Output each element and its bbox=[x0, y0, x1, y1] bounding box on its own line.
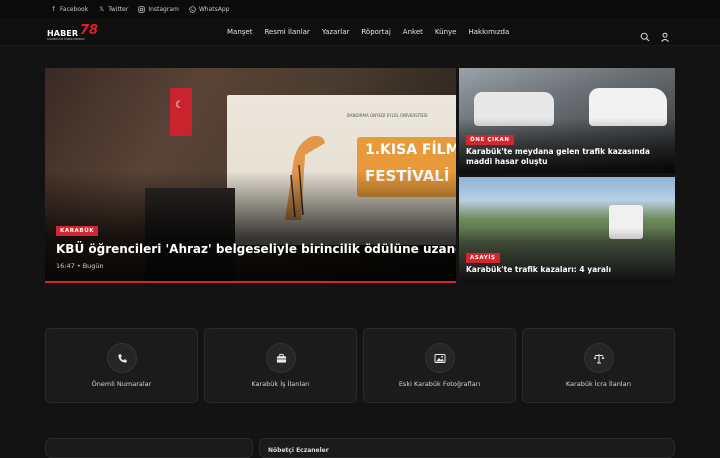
main-menu: Manşet Resmi İlanlar Yazarlar Röportaj A… bbox=[227, 18, 521, 46]
facebook-icon: f bbox=[52, 5, 55, 13]
pharmacy-panel: Nöbetçi Eczaneler bbox=[259, 438, 675, 458]
site-logo[interactable]: HABER 78 KARABÜK'ÜN HABER MERKEZİ bbox=[46, 23, 102, 43]
turkish-flag bbox=[170, 88, 192, 136]
nav-item-kunye[interactable]: Künye bbox=[435, 28, 457, 36]
side-story-1-title[interactable]: Karabük'te meydana gelen trafik kazasınd… bbox=[466, 147, 671, 167]
quick-link-numbers[interactable]: Önemli Numaralar bbox=[45, 328, 198, 403]
nav-item-yazarlar[interactable]: Yazarlar bbox=[322, 28, 350, 36]
logo-tagline: KARABÜK'ÜN HABER MERKEZİ bbox=[47, 38, 85, 41]
instagram-icon bbox=[138, 5, 145, 13]
quick-link-jobs[interactable]: Karabük İş İlanları bbox=[204, 328, 357, 403]
side-story-2-badge[interactable]: ASAYİŞ bbox=[466, 253, 500, 263]
hero-main-story[interactable]: BANDIRMA ONYEDİ EYLÜL ÜNİVERSİTESİ 1.KIS… bbox=[45, 68, 456, 283]
nav-actions bbox=[640, 27, 670, 42]
whatsapp-label: WhatsApp bbox=[198, 5, 230, 13]
quick-link-old-photos[interactable]: Eski Karabük Fotoğrafları bbox=[363, 328, 516, 403]
quick-link-label: Önemli Numaralar bbox=[91, 380, 152, 388]
hero-gradient bbox=[45, 171, 456, 281]
nav-item-resmi-ilanlar[interactable]: Resmi İlanlar bbox=[264, 28, 309, 36]
hero-time: 16:47 bbox=[56, 262, 75, 270]
instagram-link[interactable]: Instagram bbox=[138, 6, 179, 13]
facebook-link[interactable]: f Facebook bbox=[50, 6, 88, 13]
whatsapp-icon bbox=[189, 5, 196, 13]
quick-link-enforcement[interactable]: Karabük İcra İlanları bbox=[522, 328, 675, 403]
side-story-1-badge[interactable]: ÖNE ÇIKAN bbox=[466, 135, 514, 145]
logo-number: 78 bbox=[80, 23, 99, 38]
nav-item-roportaj[interactable]: Röportaj bbox=[361, 28, 390, 36]
logo-word: HABER bbox=[47, 29, 79, 38]
festival-line-1: 1.KISA FİLM bbox=[365, 142, 456, 158]
twitter-x-icon: 𝕏 bbox=[99, 5, 105, 13]
pharmacy-panel-title: Nöbetçi Eczaneler bbox=[268, 447, 329, 454]
quick-link-label: Karabük İş İlanları bbox=[251, 380, 310, 388]
hero-day: Bugün bbox=[82, 262, 104, 270]
instagram-label: Instagram bbox=[148, 5, 179, 13]
hero-meta: 16:47 • Bugün bbox=[56, 262, 104, 270]
nav-item-manset[interactable]: Manşet bbox=[227, 28, 252, 36]
briefcase-icon bbox=[266, 343, 296, 373]
hero-category-badge[interactable]: KARABÜK bbox=[56, 226, 99, 236]
main-navbar: HABER 78 KARABÜK'ÜN HABER MERKEZİ Manşet… bbox=[0, 18, 720, 46]
facebook-label: Facebook bbox=[60, 5, 89, 13]
whatsapp-link[interactable]: WhatsApp bbox=[189, 5, 230, 13]
search-icon[interactable] bbox=[640, 27, 650, 42]
side-story-2-title[interactable]: Karabük'te trafik kazaları: 4 yaralı bbox=[466, 265, 671, 275]
quick-link-label: Eski Karabük Fotoğrafları bbox=[398, 380, 481, 388]
bottom-left-panel bbox=[45, 438, 253, 458]
screen-heading: BANDIRMA ONYEDİ EYLÜL ÜNİVERSİTESİ bbox=[347, 113, 428, 118]
quick-link-label: Karabük İcra İlanları bbox=[565, 380, 632, 388]
top-social-bar: f Facebook 𝕏 Twitter Instagram WhatsApp bbox=[0, 0, 720, 18]
scales-icon bbox=[584, 343, 614, 373]
twitter-link[interactable]: 𝕏 Twitter bbox=[98, 6, 128, 13]
side-story-1[interactable]: ÖNE ÇIKAN Karabük'te meydana gelen trafi… bbox=[459, 68, 675, 173]
phone-icon bbox=[107, 343, 137, 373]
side-story-2[interactable]: ASAYİŞ Karabük'te trafik kazaları: 4 yar… bbox=[459, 177, 675, 283]
user-icon[interactable] bbox=[660, 27, 670, 42]
photo-icon bbox=[425, 343, 455, 373]
nav-item-anket[interactable]: Anket bbox=[403, 28, 423, 36]
nav-item-hakkimizda[interactable]: Hakkımızda bbox=[468, 28, 509, 36]
twitter-label: Twitter bbox=[108, 5, 129, 13]
hero-headline[interactable]: KBÜ öğrencileri 'Ahraz' belgeseliyle bir… bbox=[56, 242, 456, 256]
